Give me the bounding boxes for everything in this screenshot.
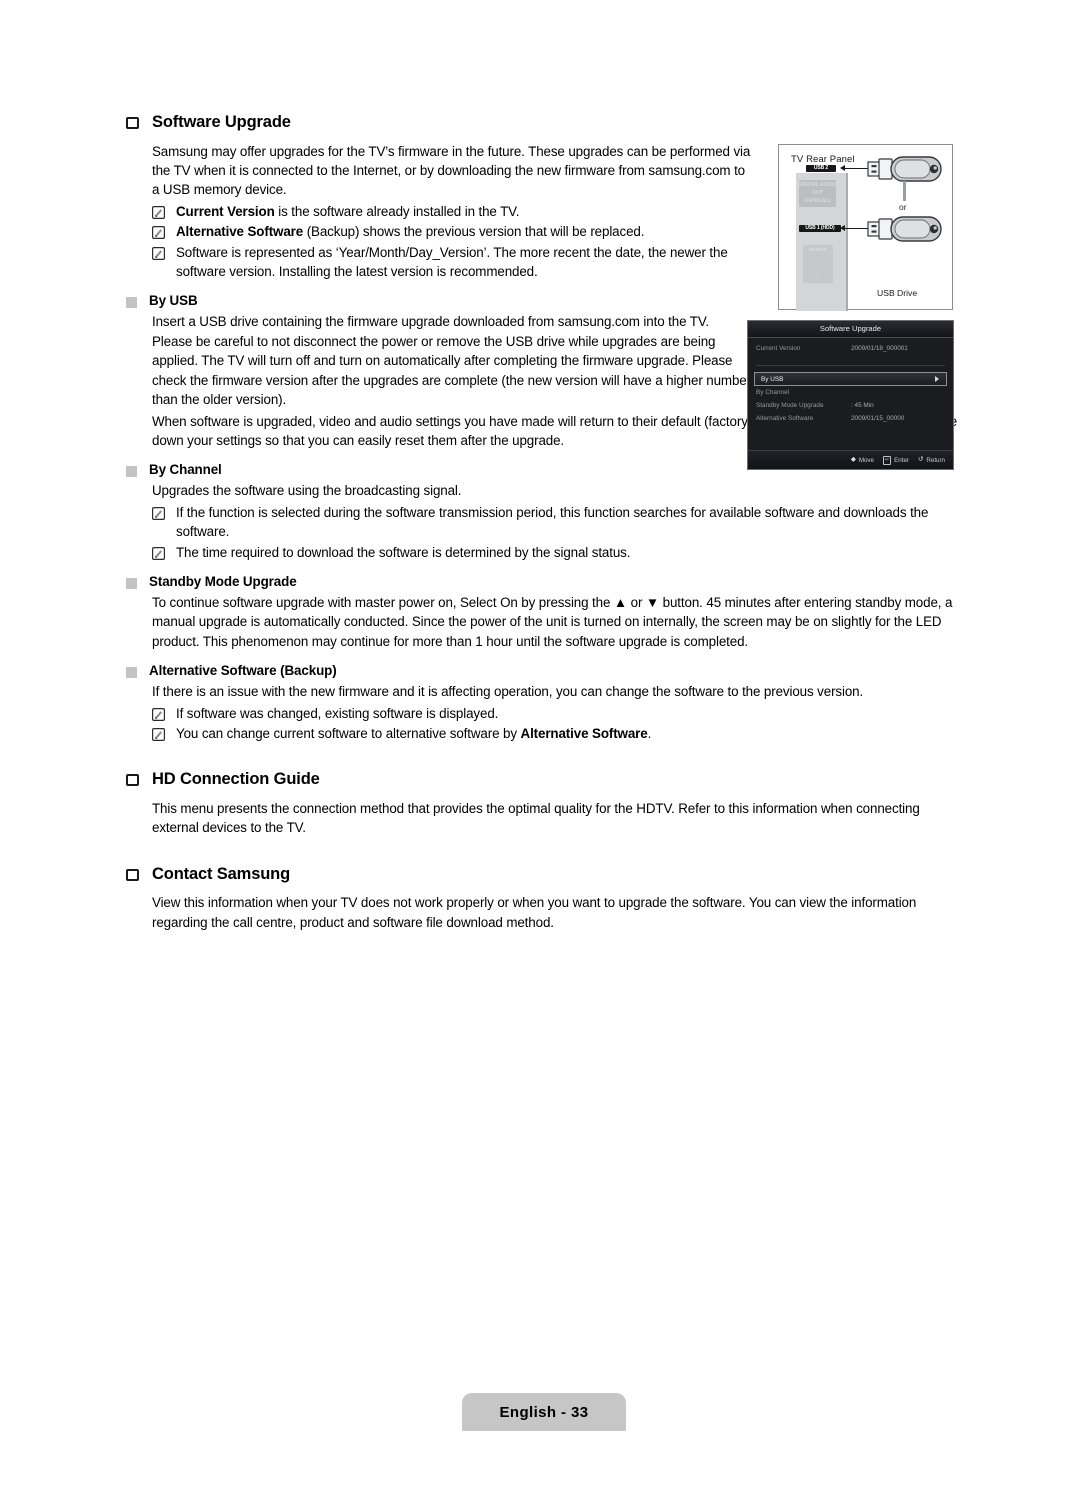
osd-label: By USB <box>761 375 784 383</box>
page-number-label: English - 33 <box>499 1403 589 1421</box>
heading-text: HD Connection Guide <box>152 770 320 789</box>
note-pencil-icon <box>152 226 165 240</box>
return-arrow-icon: ↺ <box>917 455 924 463</box>
checkbox-marker-icon <box>126 774 139 787</box>
note-bold: Current Version <box>176 203 275 219</box>
note-pre: You can change current software to alter… <box>176 725 521 741</box>
note-post: . <box>647 725 652 741</box>
heading-contact-samsung: Contact Samsung <box>126 864 964 885</box>
square-marker-icon <box>126 297 137 309</box>
hd-connection-paragraph-1: This menu presents the connection method… <box>152 801 920 836</box>
heading-text: Contact Samsung <box>152 864 291 883</box>
osd-hint-label: Enter <box>894 456 909 464</box>
figure-title: TV Rear Panel <box>791 154 855 165</box>
note-text: Software is represented as ‘Year/Month/D… <box>176 244 728 280</box>
note-rest: (Backup) shows the previous version that… <box>303 224 645 240</box>
alternative-software-paragraph-1: If there is an issue with the new firmwa… <box>152 684 864 700</box>
port-usb2-label: USB 2 <box>806 165 836 172</box>
updown-arrows-icon: ◆ <box>850 455 856 463</box>
osd-hint-move: ◆ Move <box>850 455 874 464</box>
note-text: If software was changed, existing softwa… <box>176 705 499 721</box>
port-usb1-label: USB 1 (HDD) <box>799 225 841 232</box>
software-upgrade-intro: Samsung may offer upgrades for the TV’s … <box>152 143 751 198</box>
heading-text: Software Upgrade <box>152 113 291 131</box>
usb-drive-bottom-icon <box>867 215 943 248</box>
or-connector-top <box>903 181 906 201</box>
note-text: You can change current software to alter… <box>176 724 951 743</box>
figure-tv-rear-panel: TV Rear Panel USB 2 DIGITAL AUDIO OUT (O… <box>778 144 953 311</box>
note-change-software: You can change current software to alter… <box>152 724 964 743</box>
note-pencil-icon <box>152 546 165 560</box>
note-pencil-icon <box>152 707 165 721</box>
note-bold: Alternative Software <box>176 224 304 240</box>
square-marker-icon <box>126 577 137 589</box>
osd-hint-return: ↺ Return <box>917 455 945 464</box>
square-marker-icon <box>126 667 137 679</box>
arrow-head-usb1-icon <box>840 225 845 231</box>
port-hdmi-label: HDMI IN 4 <box>803 245 833 283</box>
heading-text: Standby Mode Upgrade <box>149 573 297 589</box>
osd-row-alternative-software[interactable]: Alternative Software 2009/01/15_00000 <box>748 412 953 425</box>
note-text: The time required to download the softwa… <box>176 544 631 560</box>
osd-row-by-channel[interactable]: By Channel <box>748 386 953 399</box>
heading-software-upgrade: Software Upgrade <box>126 112 964 133</box>
enter-key-icon: ↵ <box>882 455 892 465</box>
manual-page: Software Upgrade Samsung may offer upgra… <box>0 0 1080 1488</box>
note-download-time: The time required to download the softwa… <box>152 543 964 562</box>
osd-hint-label: Return <box>926 456 945 464</box>
heading-text: By USB <box>149 293 198 309</box>
osd-hint-enter: ↵ Enter <box>882 455 909 465</box>
osd-title: Software Upgrade <box>748 321 953 338</box>
heading-standby-mode-upgrade: Standby Mode Upgrade <box>126 574 964 589</box>
note-text: Current Version is the software already … <box>176 202 738 221</box>
standby-mode-paragraph-1: To continue software upgrade with master… <box>152 594 953 649</box>
osd-footer-hints: ◆ Move ↵ Enter ↺ Return <box>748 450 953 469</box>
osd-row-current-version: Current Version 2009/01/18_000001 <box>748 342 953 355</box>
note-pencil-icon <box>152 727 165 741</box>
note-text: Alternative Software (Backup) shows the … <box>176 222 738 241</box>
note-pencil-icon <box>152 246 165 260</box>
osd-divider <box>756 365 945 366</box>
osd-label: Standby Mode Upgrade <box>756 402 824 409</box>
heading-hd-connection-guide: HD Connection Guide <box>126 769 964 790</box>
osd-label: Alternative Software <box>756 415 814 422</box>
osd-label: Current Version <box>756 345 801 352</box>
chevron-right-icon <box>935 376 939 382</box>
note-transmission-period: If the function is selected during the s… <box>152 503 964 542</box>
heading-text: By Channel <box>149 462 222 478</box>
osd-row-standby-mode-upgrade[interactable]: Standby Mode Upgrade : 45 Min <box>748 399 953 412</box>
or-label: or <box>897 202 909 212</box>
usb-drive-caption: USB Drive <box>877 288 918 298</box>
contact-samsung-paragraph-1: View this information when your TV does … <box>152 895 917 930</box>
figure-osd-software-upgrade: Software Upgrade Current Version 2009/01… <box>747 320 954 470</box>
note-existing-software: If software was changed, existing softwa… <box>152 704 964 723</box>
osd-row-by-usb[interactable]: By USB <box>754 372 947 386</box>
osd-value: 2009/01/18_000001 <box>851 345 908 352</box>
note-rest: is the software already installed in the… <box>274 203 520 219</box>
note-bold: Alternative Software <box>520 725 648 741</box>
square-marker-icon <box>126 466 137 478</box>
note-pencil-icon <box>152 205 165 219</box>
port-optical-label: DIGITAL AUDIO OUT (OPTICAL) <box>799 180 836 207</box>
arrow-head-usb2-icon <box>840 165 845 171</box>
port-hdmi-number: 4 <box>816 272 820 278</box>
note-text: If the function is selected during the s… <box>176 504 929 540</box>
checkbox-marker-icon <box>126 117 139 129</box>
heading-text: Alternative Software (Backup) <box>149 663 337 679</box>
osd-hint-label: Move <box>858 456 874 464</box>
heading-alternative-software: Alternative Software (Backup) <box>126 663 964 679</box>
page-footer: English - 33 <box>462 1393 626 1431</box>
port-hdmi-text: HDMI IN <box>809 247 827 252</box>
note-pencil-icon <box>152 506 165 520</box>
osd-label: By Channel <box>756 389 790 396</box>
osd-value: : 45 Min <box>851 402 874 409</box>
checkbox-marker-icon <box>126 868 139 881</box>
by-usb-paragraph-1: Insert a USB drive containing the firmwa… <box>152 314 751 408</box>
osd-value: 2009/01/15_00000 <box>851 415 905 422</box>
by-channel-paragraph-1: Upgrades the software using the broadcas… <box>152 483 462 499</box>
